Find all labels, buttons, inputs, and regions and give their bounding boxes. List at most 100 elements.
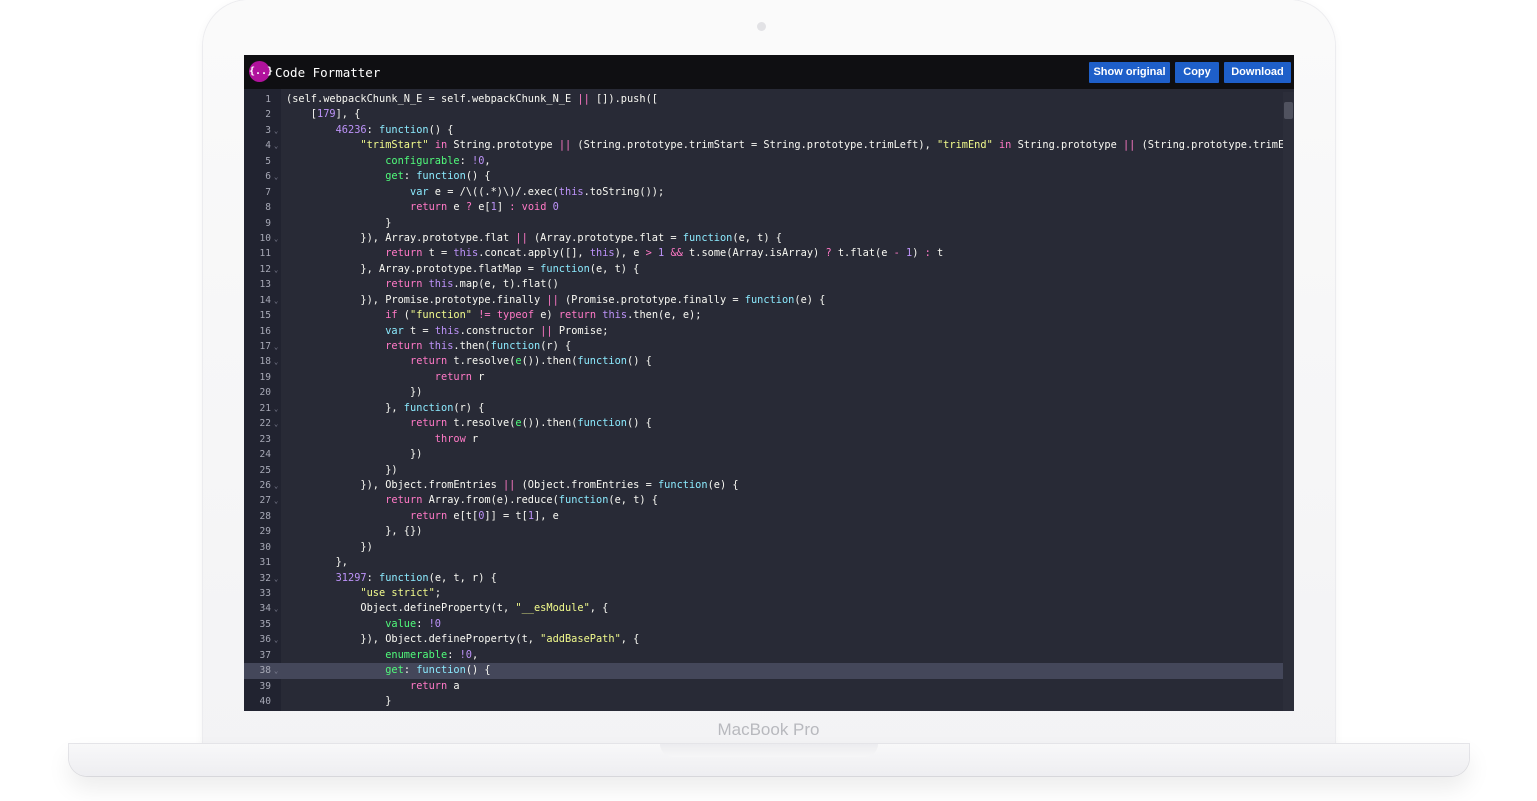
code-line[interactable]: 15 if ("function" != typeof e) return th… bbox=[244, 308, 1283, 323]
code-text: Object.defineProperty(t, "__esModule", { bbox=[286, 602, 609, 615]
camera-dot bbox=[757, 22, 766, 31]
code-line[interactable]: 16 var t = this.constructor || Promise; bbox=[244, 324, 1283, 339]
code-line[interactable]: 5 configurable: !0, bbox=[244, 154, 1283, 169]
fold-chevron-icon[interactable]: ⌄ bbox=[274, 402, 278, 417]
code-line[interactable]: 27 ⌄ return Array.from(e).reduce(function… bbox=[244, 493, 1283, 508]
code-line[interactable]: 32 ⌄ 31297: function(e, t, r) { bbox=[244, 571, 1283, 586]
line-number: 40 bbox=[259, 696, 271, 708]
code-line[interactable]: 29 }, {}) bbox=[244, 524, 1283, 539]
code-text: throw r bbox=[434, 432, 479, 445]
code-line[interactable]: 13 return this.map(e, t).flat() bbox=[244, 277, 1283, 292]
fold-chevron-icon[interactable]: ⌄ bbox=[274, 572, 278, 587]
fold-chevron-icon[interactable]: ⌄ bbox=[274, 355, 278, 370]
show-original-button[interactable]: Show original bbox=[1089, 62, 1170, 83]
code-line[interactable]: 23 throw r bbox=[244, 432, 1283, 447]
line-number: 11 bbox=[259, 248, 271, 260]
line-number: 35 bbox=[259, 618, 271, 630]
code-editor[interactable]: 1 (self.webpackChunk_N_E = self.webpackCh… bbox=[244, 92, 1283, 710]
code-line[interactable]: 11 return t = this.concat.apply([], this… bbox=[244, 246, 1283, 261]
code-line[interactable]: 37 enumerable: !0, bbox=[244, 648, 1283, 663]
line-number: 21 bbox=[259, 402, 271, 414]
line-number: 24 bbox=[259, 449, 271, 461]
fold-chevron-icon[interactable]: ⌄ bbox=[274, 494, 278, 509]
line-number: 3 bbox=[265, 124, 271, 136]
fold-chevron-icon[interactable]: ⌄ bbox=[274, 664, 278, 679]
code-text: [179], { bbox=[286, 108, 361, 121]
code-text: get: function() { bbox=[385, 664, 491, 677]
code-line[interactable]: 7 var e = /\((.*)\)/.exec(this.toString(… bbox=[244, 185, 1283, 200]
code-line[interactable]: 30 }) bbox=[244, 540, 1283, 555]
fold-chevron-icon[interactable]: ⌄ bbox=[274, 294, 278, 309]
code-text: if ("function" != typeof e) return this.… bbox=[385, 309, 702, 322]
code-line[interactable]: 25 }) bbox=[244, 463, 1283, 478]
code-text: }), Promise.prototype.finally || (Promis… bbox=[286, 293, 826, 306]
code-line[interactable]: 20 }) bbox=[244, 385, 1283, 400]
code-line[interactable]: 1 (self.webpackChunk_N_E = self.webpackCh… bbox=[244, 92, 1283, 107]
code-text: 31297: function(e, t, r) { bbox=[335, 571, 497, 584]
code-line[interactable]: 2 [179], { bbox=[244, 107, 1283, 122]
code-text: return this.map(e, t).flat() bbox=[385, 278, 559, 291]
code-line[interactable]: 10 ⌄ }), Array.prototype.flat || (Array.p… bbox=[244, 231, 1283, 246]
line-number: 18 bbox=[259, 356, 271, 368]
fold-chevron-icon[interactable]: ⌄ bbox=[274, 170, 278, 185]
line-number: 7 bbox=[265, 186, 271, 198]
code-text: }) bbox=[286, 448, 423, 461]
code-line[interactable]: 34 ⌄ Object.defineProperty(t, "__esModule… bbox=[244, 601, 1283, 616]
code-line[interactable]: 3 ⌄ 46236: function() { bbox=[244, 123, 1283, 138]
code-line[interactable]: 40 } bbox=[244, 694, 1283, 709]
fold-chevron-icon[interactable]: ⌄ bbox=[274, 139, 278, 154]
code-line[interactable]: 35 value: !0 bbox=[244, 617, 1283, 632]
code-line[interactable]: 8 return e ? e[1] : void 0 bbox=[244, 200, 1283, 215]
line-number: 1 bbox=[265, 94, 271, 105]
fold-chevron-icon[interactable]: ⌄ bbox=[274, 602, 278, 617]
code-line[interactable]: 21 ⌄ }, function(r) { bbox=[244, 401, 1283, 416]
fold-chevron-icon[interactable]: ⌄ bbox=[274, 633, 278, 648]
code-text: return Array.from(e).reduce(function(e, … bbox=[385, 494, 659, 507]
code-line[interactable]: 17 ⌄ return this.then(function(r) { bbox=[244, 339, 1283, 354]
code-line[interactable]: 14 ⌄ }), Promise.prototype.finally || (Pr… bbox=[244, 293, 1283, 308]
line-number: 29 bbox=[259, 526, 271, 538]
code-line[interactable]: 12 ⌄ }, Array.prototype.flatMap = functio… bbox=[244, 262, 1283, 277]
code-text: return this.then(function(r) { bbox=[385, 340, 572, 352]
code-text: return t = this.concat.apply([], this), … bbox=[385, 247, 944, 260]
code-line[interactable]: 28 return e[t[0]] = t[1], e bbox=[244, 509, 1283, 524]
code-line[interactable]: 33 "use strict"; bbox=[244, 586, 1283, 601]
code-text: (self.webpackChunk_N_E = self.webpackChu… bbox=[286, 93, 658, 105]
code-line[interactable]: 39 return a bbox=[244, 679, 1283, 694]
line-number: 8 bbox=[265, 202, 271, 214]
code-text: var e = /\((.*)\)/.exec(this.toString())… bbox=[410, 185, 665, 198]
code-text: return e[t[0]] = t[1], e bbox=[410, 509, 559, 522]
code-line[interactable]: 38 ⌄ get: function() { bbox=[244, 663, 1283, 679]
code-text: }) bbox=[286, 386, 423, 399]
code-text: return t.resolve(e()).then(function() { bbox=[410, 417, 652, 430]
code-text: }) bbox=[286, 463, 398, 476]
line-number: 17 bbox=[259, 341, 271, 352]
code-text: }), Object.defineProperty(t, "addBasePat… bbox=[286, 633, 640, 646]
code-text: } bbox=[286, 695, 392, 708]
code-line[interactable]: 9 } bbox=[244, 216, 1283, 231]
fold-chevron-icon[interactable]: ⌄ bbox=[274, 263, 278, 278]
fold-chevron-icon[interactable]: ⌄ bbox=[274, 417, 278, 432]
code-line[interactable]: 19 return r bbox=[244, 370, 1283, 385]
copy-button[interactable]: Copy bbox=[1175, 62, 1219, 83]
title-bar: {..} Code Formatter Show original Copy D… bbox=[244, 55, 1294, 89]
fold-chevron-icon[interactable]: ⌄ bbox=[274, 479, 278, 494]
download-button[interactable]: Download bbox=[1224, 62, 1291, 83]
code-line[interactable]: 24 }) bbox=[244, 447, 1283, 462]
app-title: Code Formatter bbox=[275, 65, 381, 80]
fold-chevron-icon[interactable]: ⌄ bbox=[274, 340, 278, 355]
code-line[interactable]: 36 ⌄ }), Object.defineProperty(t, "addBas… bbox=[244, 632, 1283, 647]
fold-chevron-icon[interactable]: ⌄ bbox=[274, 232, 278, 247]
code-text: }), Array.prototype.flat || (Array.proto… bbox=[286, 231, 782, 244]
code-text: }), Object.fromEntries || (Object.fromEn… bbox=[286, 478, 739, 491]
code-line[interactable]: 31 }, bbox=[244, 555, 1283, 570]
code-line[interactable]: 4 ⌄ "trimStart" in String.prototype || (S… bbox=[244, 138, 1283, 153]
code-line[interactable]: 22 ⌄ return t.resolve(e()).then(function(… bbox=[244, 416, 1283, 431]
fold-chevron-icon[interactable]: ⌄ bbox=[274, 124, 278, 139]
vertical-scrollbar[interactable] bbox=[1283, 92, 1294, 711]
line-number: 20 bbox=[259, 387, 271, 399]
code-line[interactable]: 6 ⌄ get: function() { bbox=[244, 169, 1283, 184]
scrollbar-thumb[interactable] bbox=[1284, 102, 1293, 119]
code-line[interactable]: 26 ⌄ }), Object.fromEntries || (Object.fr… bbox=[244, 478, 1283, 493]
code-line[interactable]: 18 ⌄ return t.resolve(e()).then(function(… bbox=[244, 354, 1283, 369]
